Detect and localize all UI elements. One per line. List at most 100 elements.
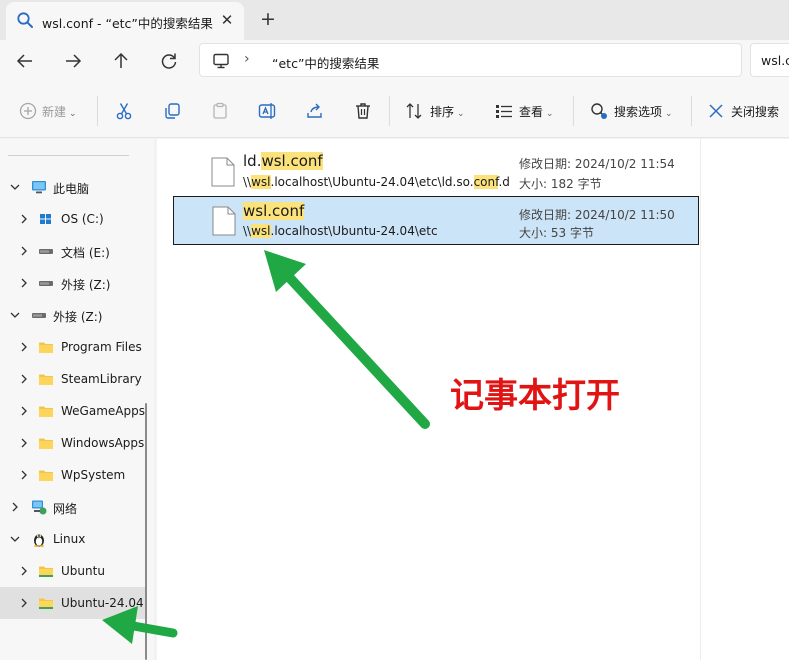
close-icon [709, 104, 723, 118]
paste-icon[interactable] [210, 101, 230, 121]
chevron-right-icon[interactable] [17, 340, 31, 354]
sidebar-item-label: SteamLibrary [61, 372, 142, 386]
folder-icon [39, 374, 53, 385]
tab-bar: wsl.conf - “etc”中的搜索结果 ✕ + [0, 0, 789, 40]
sidebar-item-program-files[interactable]: Program Files [0, 331, 146, 363]
sidebar-item-label: 外接 (Z:) [61, 278, 111, 292]
sidebar-item-ubuntu[interactable]: Ubuntu [0, 555, 146, 587]
toolbar-divider [573, 96, 574, 126]
sidebar-item-network[interactable]: 网络 [0, 491, 146, 523]
windows-drive-icon [40, 214, 51, 224]
monitor-icon [213, 53, 229, 69]
view-button-label: 查看 ⌄ [519, 105, 554, 119]
chevron-right-icon[interactable] [17, 468, 31, 482]
up-arrow-icon[interactable] [110, 50, 132, 72]
new-tab-button[interactable]: + [258, 9, 278, 29]
chevron-right-icon[interactable] [17, 564, 31, 578]
scissors-icon[interactable] [114, 101, 134, 121]
sidebar-item-label: WeGameApps [61, 404, 145, 418]
chevron-right-icon[interactable] [17, 372, 31, 386]
back-arrow-icon[interactable] [14, 50, 36, 72]
penguin-icon [34, 534, 44, 547]
sidebar-item-label: Ubuntu-24.04 [61, 596, 144, 610]
tab-search-results[interactable]: wsl.conf - “etc”中的搜索结果 ✕ [6, 2, 244, 40]
result-file-path: \\wsl.localhost\Ubuntu-24.04\etc\ld.so.c… [243, 175, 510, 189]
result-file-size: 大小: 182 字节 [519, 177, 602, 191]
refresh-icon[interactable] [158, 50, 180, 72]
chevron-right-icon[interactable] [17, 212, 31, 226]
drive-icon [39, 281, 53, 286]
result-file-name: wsl.conf [243, 202, 305, 220]
sidebar-item-external-z-expanded[interactable]: 外接 (Z:) [0, 299, 146, 331]
linux-folder-icon [39, 566, 53, 577]
monitor-icon [32, 181, 46, 194]
chevron-down-icon[interactable] [8, 180, 22, 194]
delete-icon[interactable] [353, 101, 373, 121]
sidebar-item-label: WindowsApps [61, 436, 145, 450]
new-button-label: 新建 ⌄ [42, 105, 77, 119]
sidebar-item-label: Program Files [61, 340, 142, 354]
sidebar-scrollbar[interactable] [145, 403, 147, 660]
result-file-name: ld.wsl.conf [243, 152, 323, 170]
linux-folder-icon [39, 598, 53, 609]
file-icon [212, 206, 236, 236]
sidebar-item-label: 文档 (E:) [61, 246, 110, 260]
sidebar-item-wpsystem[interactable]: WpSystem [0, 459, 146, 491]
address-bar[interactable]: › “etc”中的搜索结果 [199, 43, 742, 77]
toolbar-divider [389, 96, 390, 126]
pane-divider [700, 139, 701, 660]
close-tab-icon[interactable]: ✕ [218, 11, 236, 29]
chevron-down-icon[interactable] [8, 532, 22, 546]
sidebar-item-steamlibrary[interactable]: SteamLibrary [0, 363, 146, 395]
rename-icon[interactable] [257, 101, 277, 121]
sidebar-item-label: 网络 [53, 502, 78, 516]
folder-icon [39, 438, 53, 449]
result-row-wsl-conf[interactable]: wsl.conf \\wsl.localhost\Ubuntu-24.04\et… [173, 196, 699, 245]
chevron-right-icon[interactable] [17, 596, 31, 610]
chevron-right-icon[interactable] [17, 436, 31, 450]
sidebar-item-label: 此电脑 [53, 182, 90, 196]
folder-icon [39, 406, 53, 417]
tab-title: wsl.conf - “etc”中的搜索结果 [42, 16, 213, 31]
sidebar-item-label: Ubuntu [61, 564, 105, 578]
sidebar-item-external-z[interactable]: 外接 (Z:) [0, 267, 146, 299]
sidebar-item-windowsapps[interactable]: WindowsApps [0, 427, 146, 459]
sidebar-item-label: OS (C:) [61, 212, 104, 226]
result-modified-date: 修改日期: 2024/10/2 11:50 [519, 208, 675, 222]
command-bar: 新建 ⌄ 排序 ⌄ 查看 ⌄ 搜索选项 ⌄ 关闭搜索 [0, 82, 789, 138]
sort-button-label: 排序 ⌄ [430, 105, 465, 119]
chevron-down-icon[interactable] [8, 308, 22, 322]
drive-icon [39, 249, 53, 254]
result-file-path: \\wsl.localhost\Ubuntu-24.04\etc [243, 224, 438, 238]
chevron-right-icon[interactable] [17, 244, 31, 258]
navigation-pane: 此电脑 OS (C:) 文档 (E:) 外接 (Z:) 外接 (Z:) Prog… [0, 139, 154, 660]
close-search-label: 关闭搜索 [731, 105, 780, 119]
search-options-icon [591, 103, 607, 119]
sidebar-item-this-pc[interactable]: 此电脑 [0, 171, 146, 203]
forward-arrow-icon[interactable] [62, 50, 84, 72]
result-row-ld-wsl-conf[interactable]: ld.wsl.conf \\wsl.localhost\Ubuntu-24.04… [173, 145, 699, 193]
sidebar-item-label: WpSystem [61, 468, 126, 482]
search-options-label: 搜索选项 ⌄ [614, 105, 673, 119]
sidebar-item-ubuntu-24-04[interactable]: Ubuntu-24.04 [0, 587, 146, 619]
sidebar-item-wegameapps[interactable]: WeGameApps [0, 395, 146, 427]
sidebar-item-documents-e[interactable]: 文档 (E:) [0, 235, 146, 267]
chevron-right-icon[interactable] [17, 276, 31, 290]
sidebar-item-os-c[interactable]: OS (C:) [0, 203, 146, 235]
search-input[interactable]: wsl.conf [750, 43, 789, 77]
chevron-right-icon[interactable] [8, 500, 22, 514]
sidebar-item-linux[interactable]: Linux [0, 523, 146, 555]
share-icon[interactable] [305, 101, 325, 121]
chevron-right-icon[interactable] [17, 404, 31, 418]
result-modified-date: 修改日期: 2024/10/2 11:54 [519, 157, 675, 171]
plus-circle-icon [19, 102, 37, 120]
folder-icon [39, 342, 53, 353]
breadcrumb-chevron[interactable]: › [244, 51, 250, 67]
toolbar-divider [691, 96, 692, 126]
annotation-label: 记事本打开 [450, 376, 620, 416]
result-file-size: 大小: 53 字节 [519, 226, 594, 240]
breadcrumb[interactable]: “etc”中的搜索结果 [272, 53, 379, 72]
copy-icon[interactable] [162, 101, 182, 121]
address-row: › “etc”中的搜索结果 wsl.conf [0, 40, 789, 82]
sidebar-item-label: 外接 (Z:) [53, 310, 103, 324]
